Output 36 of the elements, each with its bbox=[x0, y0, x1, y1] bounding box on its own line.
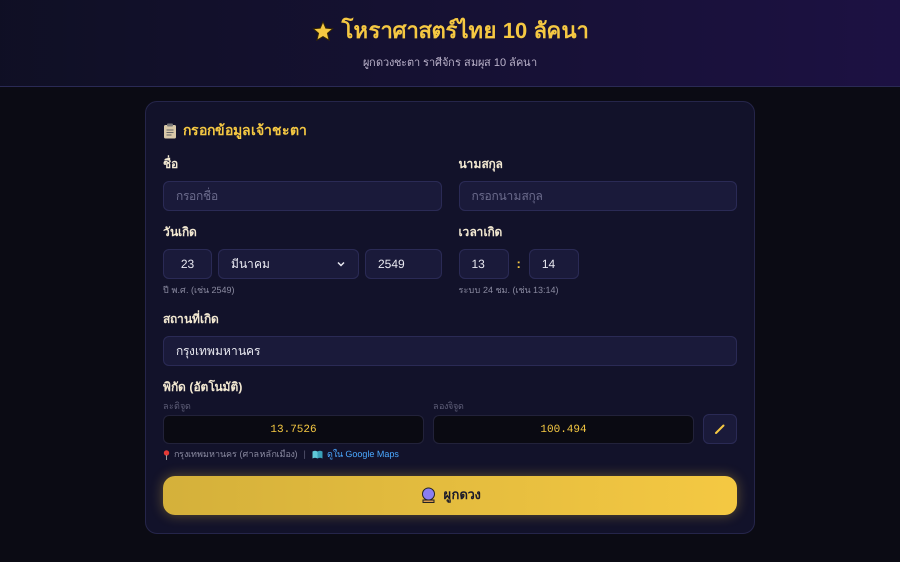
app-subtitle: ผูกดวงชะตา ราศีจักร สมผุส 10 ลัคนา bbox=[362, 56, 538, 72]
birth-place-field[interactable]: กรุงเทพมหานคร bbox=[163, 336, 737, 366]
field-hint: ระบบ 24 ชม. (เช่น 13:14) bbox=[458, 284, 560, 297]
app-title: โหราศาสตร์ไทย 10 ลัคนา bbox=[342, 16, 588, 46]
last-name-field[interactable]: กรอกนามสกุล bbox=[458, 181, 737, 211]
field-label: สถานที่เกิด bbox=[163, 310, 220, 328]
minute-field[interactable]: 14 bbox=[528, 249, 579, 279]
latitude-label: ละติจูด bbox=[163, 400, 192, 413]
longitude-label: ลองจิจูด bbox=[433, 400, 465, 413]
chevron-down-icon bbox=[336, 259, 346, 269]
location-note: กรุงเทพมหานคร (ศาลหลักเมือง) bbox=[174, 448, 298, 462]
time-separator: : bbox=[516, 255, 521, 274]
field-label: เวลาเกิด bbox=[458, 224, 504, 241]
longitude-field[interactable]: 100.494 bbox=[433, 415, 694, 444]
google-maps-link[interactable]: ดูใน Google Maps bbox=[326, 448, 399, 462]
field-label: นามสกุล bbox=[458, 156, 504, 173]
crystal-ball-icon bbox=[420, 487, 436, 503]
field-hint: ปี พ.ศ. (เช่น 2549) bbox=[163, 284, 236, 297]
star-icon bbox=[312, 20, 334, 42]
pencil-icon bbox=[714, 423, 726, 435]
submit-button[interactable]: ผูกดวง bbox=[163, 476, 737, 514]
pin-icon bbox=[163, 450, 170, 460]
clipboard-icon bbox=[163, 122, 177, 138]
separator: | bbox=[304, 448, 306, 461]
form-title: กรอกข้อมูลเจ้าชะตา bbox=[183, 121, 307, 141]
first-name-field[interactable]: กรอกชื่อ bbox=[163, 181, 442, 211]
day-field[interactable]: 23 bbox=[163, 249, 212, 279]
field-label: วันเกิด bbox=[163, 224, 198, 241]
month-select[interactable]: มีนาคม bbox=[218, 249, 359, 279]
field-label: ชื่อ bbox=[163, 155, 179, 173]
field-label: พิกัด (อัตโนมัติ) bbox=[163, 378, 244, 396]
year-field[interactable]: 2549 bbox=[365, 249, 442, 279]
hour-field[interactable]: 13 bbox=[458, 249, 508, 279]
edit-button[interactable] bbox=[703, 414, 737, 444]
book-icon bbox=[312, 450, 323, 460]
latitude-field[interactable]: 13.7526 bbox=[163, 415, 424, 444]
